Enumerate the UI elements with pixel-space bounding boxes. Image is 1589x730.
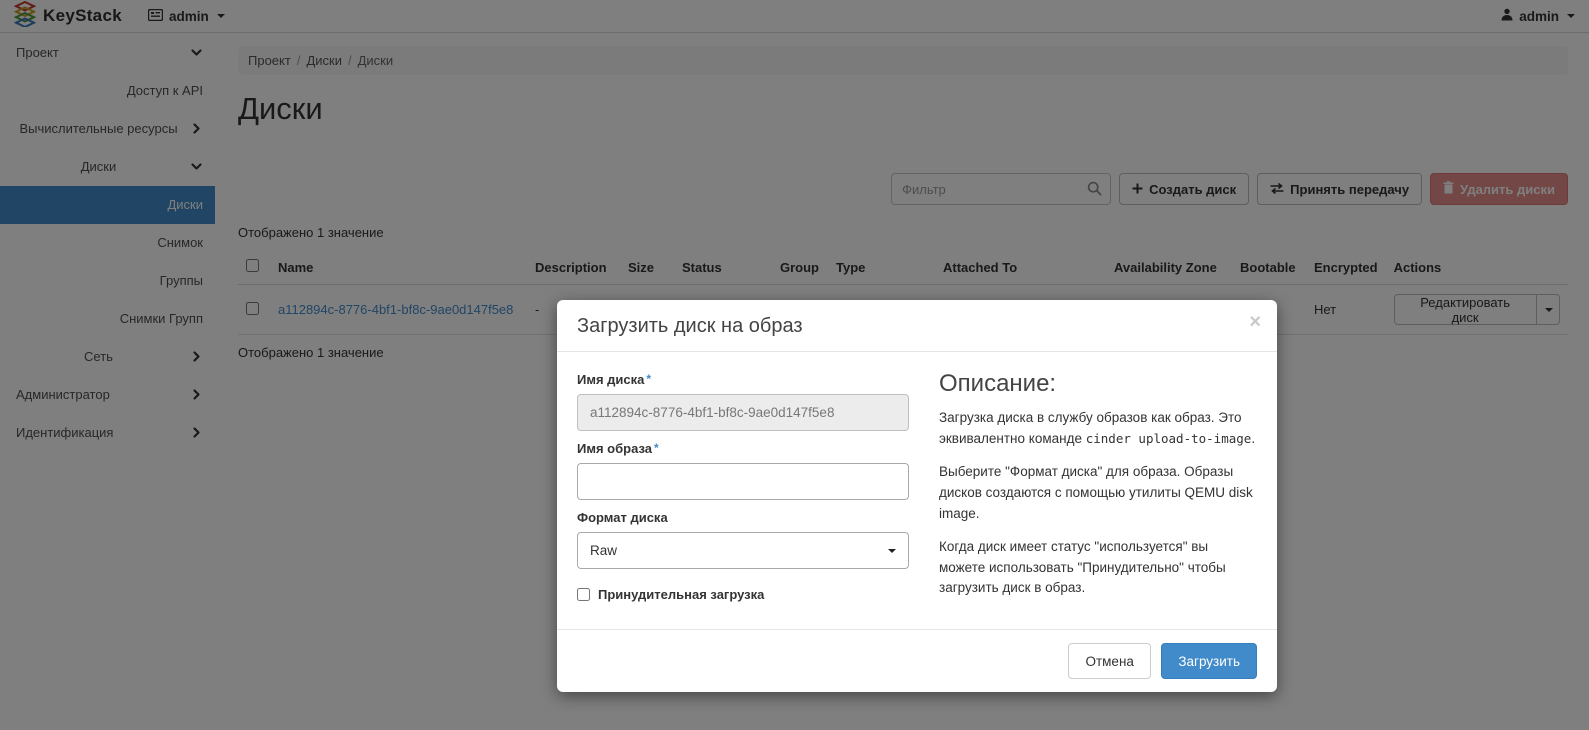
modal-body: Имя диска* Имя образа* Формат диска Raw … bbox=[557, 352, 1277, 629]
disk-name-label: Имя диска* bbox=[577, 372, 909, 387]
upload-button[interactable]: Загрузить bbox=[1161, 643, 1257, 679]
description-heading: Описание: bbox=[939, 370, 1257, 398]
disk-format-select[interactable]: Raw bbox=[577, 532, 909, 569]
modal-header: Загрузить диск на образ × bbox=[557, 300, 1277, 352]
chevron-down-icon bbox=[888, 549, 896, 553]
upload-form: Имя диска* Имя образа* Формат диска Raw … bbox=[577, 368, 909, 619]
cancel-button[interactable]: Отмена bbox=[1068, 643, 1150, 679]
description-paragraph-3: Когда диск имеет статус "используется" в… bbox=[939, 537, 1257, 600]
image-name-label: Имя образа* bbox=[577, 441, 909, 456]
required-asterisk: * bbox=[654, 441, 659, 455]
required-asterisk: * bbox=[646, 372, 651, 386]
image-name-field[interactable] bbox=[577, 463, 909, 500]
force-upload-checkbox[interactable] bbox=[577, 588, 590, 601]
modal-title: Загрузить диск на образ bbox=[577, 315, 1257, 338]
disk-name-field bbox=[577, 394, 909, 431]
cli-command: cinder upload-to-image bbox=[1086, 431, 1252, 446]
modal-footer: Отмена Загрузить bbox=[557, 629, 1277, 692]
description-paragraph-1: Загрузка диска в службу образов как обра… bbox=[939, 408, 1257, 450]
disk-format-label: Формат диска bbox=[577, 510, 909, 525]
close-icon[interactable]: × bbox=[1249, 312, 1261, 332]
upload-to-image-modal: Загрузить диск на образ × Имя диска* Имя… bbox=[557, 300, 1277, 692]
force-upload-label[interactable]: Принудительная загрузка bbox=[598, 587, 764, 602]
description-paragraph-2: Выберите "Формат диска" для образа. Обра… bbox=[939, 462, 1257, 525]
modal-description: Описание: Загрузка диска в службу образо… bbox=[939, 368, 1257, 619]
